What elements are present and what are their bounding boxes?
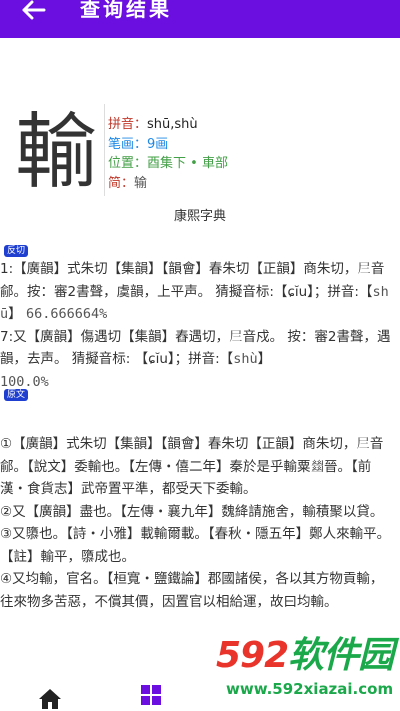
page-title: 查询结果 <box>80 0 172 21</box>
fanqie-badge: 反切 <box>4 245 29 257</box>
pinyin-label: 拼音： <box>108 117 148 132</box>
position-label: 位置： <box>108 156 148 171</box>
pinyin-value: shū,shù <box>147 117 198 132</box>
grid-icon[interactable] <box>139 683 163 707</box>
divider <box>104 104 105 196</box>
stroke-value: 9画 <box>147 136 169 152</box>
original-paragraph: ③又隳也。【詩・小雅】載輸爾載。【春秋・隱五年】鄭人來輸平。【註】輸平，隳成也。 <box>0 526 391 565</box>
original-paragraph: ②又【廣韻】盡也。【左傳・襄九年】魏絳請施舍，輸積聚以貸。 <box>0 503 384 520</box>
original-paragraph: ①【廣韻】式朱切【集韻】【韻會】春朱切【正韻】商朱切，𡰥音鄃。【說文】委輸也。【… <box>0 436 384 497</box>
pinyin-row: 拼音：shū,shù <box>108 115 228 135</box>
simplified-label: 简： <box>108 175 135 191</box>
watermark-logo: 592软件园 www.592xiazai.com <box>214 632 400 711</box>
simplified-row: 简：输 <box>108 174 228 194</box>
fanqie-content: 1:【廣韻】式朱切【集韻】【韻會】春朱切【正韻】商朱切，𡰥音鄃。按：審2書聲，虞… <box>0 258 392 393</box>
home-icon[interactable] <box>38 687 62 711</box>
arrow-left-icon[interactable] <box>14 0 54 30</box>
character-glyph: 輸 <box>14 105 97 200</box>
original-text-badge: 原文 <box>4 389 29 401</box>
simplified-value: 输 <box>134 175 148 191</box>
fanqie-entry: 1:【廣韻】式朱切【集韻】【韻會】春朱切【正韻】商朱切，𡰥音鄃。按：審2書聲，虞… <box>0 261 389 322</box>
original-text-content: ①【廣韻】式朱切【集韻】【韻會】春朱切【正韻】商朱切，𡰥音鄃。【說文】委輸也。【… <box>0 433 392 613</box>
fanqie-entry: 7:又【廣韻】傷遇切【集韻】舂遇切，𡰥音戍。 按：審2書聲，遇韻，去声。 猜擬音… <box>0 328 391 390</box>
watermark-number: 592 <box>216 635 289 676</box>
original-paragraph: ④又均輸，官名。【桓寬・鹽鐵論】郡國諸侯，各以其方物貢輸，往來物多苦惡，不償其價… <box>0 571 384 610</box>
dictionary-title: 康熙字典 <box>173 209 226 224</box>
stroke-label: 笔画： <box>108 136 148 152</box>
watermark-url: www.592xiazai.com <box>226 680 394 698</box>
position-row: 位置：酉集下 • 車部 <box>108 154 228 174</box>
app-bar: 查询结果 <box>0 0 400 38</box>
stroke-row: 笔画：9画 <box>108 135 228 155</box>
watermark-brand: 软件园 <box>288 635 394 676</box>
character-info: 拼音：shū,shù 笔画：9画 位置：酉集下 • 車部 简：输 <box>108 115 228 193</box>
position-value: 酉集下 • 車部 <box>147 156 228 171</box>
